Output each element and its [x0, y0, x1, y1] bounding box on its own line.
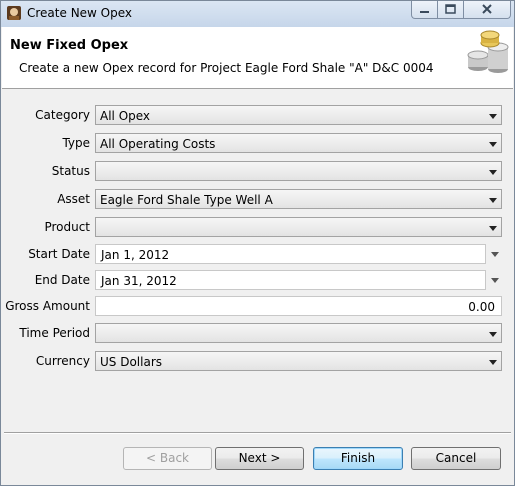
cancel-button[interactable]: Cancel [411, 447, 501, 470]
status-label: Status [51, 164, 90, 178]
chevron-down-icon [489, 198, 497, 203]
title-bar[interactable]: Create New Opex [1, 1, 514, 27]
type-label: Type [62, 136, 90, 150]
header-subtitle: Create a new Opex record for Project Eag… [19, 61, 434, 75]
chevron-down-icon [489, 226, 497, 231]
close-icon [482, 4, 492, 14]
back-button[interactable]: < Back [123, 447, 212, 470]
category-select[interactable]: All Opex [95, 105, 502, 125]
maximize-icon [445, 4, 456, 14]
type-value: All Operating Costs [100, 137, 216, 151]
next-button[interactable]: Next > [215, 447, 304, 470]
minimize-button[interactable] [411, 1, 438, 19]
category-label: Category [35, 108, 90, 122]
gross-amount-field[interactable]: 0.00 [95, 296, 502, 316]
category-value: All Opex [100, 109, 151, 123]
chevron-down-icon [489, 332, 497, 337]
chevron-down-icon [491, 278, 499, 283]
footer-divider [4, 432, 511, 434]
chevron-down-icon [489, 114, 497, 119]
time-period-select[interactable] [95, 323, 502, 343]
asset-label: Asset [57, 192, 90, 206]
start-date-value: Jan 1, 2012 [101, 248, 170, 262]
maximize-button[interactable] [437, 1, 464, 19]
chevron-down-icon [491, 252, 499, 257]
product-label: Product [44, 220, 90, 234]
header-title: New Fixed Opex [10, 38, 129, 53]
minimize-icon [420, 11, 429, 13]
currency-value: US Dollars [100, 355, 163, 369]
window-title: Create New Opex [27, 6, 133, 20]
dialog-window: Create New Opex New Fixed Opex Create a … [0, 0, 515, 486]
currency-label: Currency [35, 354, 90, 368]
coins-icon [467, 30, 509, 73]
type-select[interactable]: All Operating Costs [95, 133, 502, 153]
asset-value: Eagle Ford Shale Type Well A [100, 193, 273, 207]
end-date-dropdown[interactable] [490, 270, 500, 290]
app-icon [7, 6, 21, 20]
product-select[interactable] [95, 217, 502, 237]
asset-select[interactable]: Eagle Ford Shale Type Well A [95, 189, 502, 209]
status-select[interactable] [95, 161, 502, 181]
wizard-header: New Fixed Opex Create a new Opex record … [2, 27, 513, 89]
currency-select[interactable]: US Dollars [95, 351, 502, 371]
finish-button[interactable]: Finish [313, 447, 403, 470]
chevron-down-icon [489, 170, 497, 175]
chevron-down-icon [489, 142, 497, 147]
start-date-field[interactable]: Jan 1, 2012 [95, 244, 486, 264]
chevron-down-icon [489, 360, 497, 365]
end-date-value: Jan 31, 2012 [101, 274, 177, 288]
close-button[interactable] [463, 1, 511, 19]
start-date-dropdown[interactable] [490, 244, 500, 264]
start-date-label: Start Date [28, 247, 90, 261]
time-period-label: Time Period [19, 326, 90, 340]
gross-amount-value: 0.00 [468, 300, 495, 314]
end-date-label: End Date [34, 273, 90, 287]
gross-amount-label: Gross Amount [5, 299, 90, 313]
end-date-field[interactable]: Jan 31, 2012 [95, 270, 486, 290]
